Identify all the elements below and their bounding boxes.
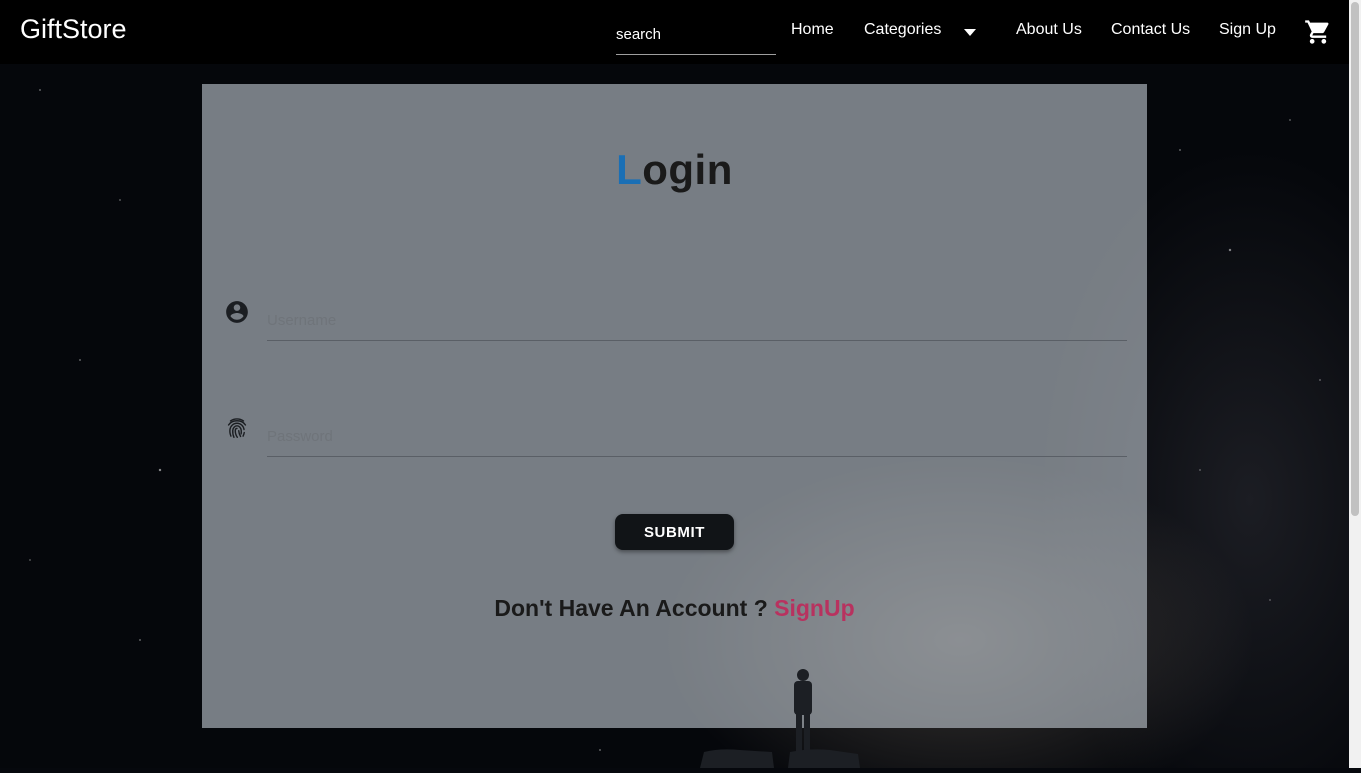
- silhouette-figure: [700, 668, 860, 773]
- nav-contact-us[interactable]: Contact Us: [1111, 21, 1190, 39]
- scrollbar-thumb[interactable]: [1351, 2, 1359, 516]
- username-field[interactable]: [267, 300, 1127, 341]
- nav-about-us[interactable]: About Us: [1016, 21, 1082, 39]
- account-prompt: Don't Have An Account ? SignUp: [0, 595, 1349, 622]
- top-navbar: GiftStore Home Categories About Us Conta…: [0, 0, 1349, 64]
- brand-logo[interactable]: GiftStore: [20, 14, 127, 45]
- submit-button[interactable]: SUBMIT: [615, 514, 734, 550]
- nav-home[interactable]: Home: [791, 21, 834, 39]
- nav-categories[interactable]: Categories: [864, 21, 941, 39]
- nav-sign-up[interactable]: Sign Up: [1219, 21, 1276, 39]
- fingerprint-icon: [224, 415, 250, 446]
- password-field[interactable]: [267, 416, 1127, 457]
- search-input[interactable]: [616, 14, 776, 55]
- arrow-drop-down-icon[interactable]: [964, 29, 976, 36]
- login-title: Login: [0, 146, 1349, 194]
- signup-link[interactable]: SignUp: [774, 595, 855, 621]
- shopping-cart-icon[interactable]: [1304, 18, 1332, 51]
- account-circle-icon: [224, 299, 250, 330]
- account-prompt-text: Don't Have An Account ?: [494, 595, 768, 621]
- vertical-scrollbar[interactable]: [1349, 0, 1361, 768]
- login-title-rest: ogin: [642, 146, 733, 193]
- login-title-initial: L: [616, 146, 643, 193]
